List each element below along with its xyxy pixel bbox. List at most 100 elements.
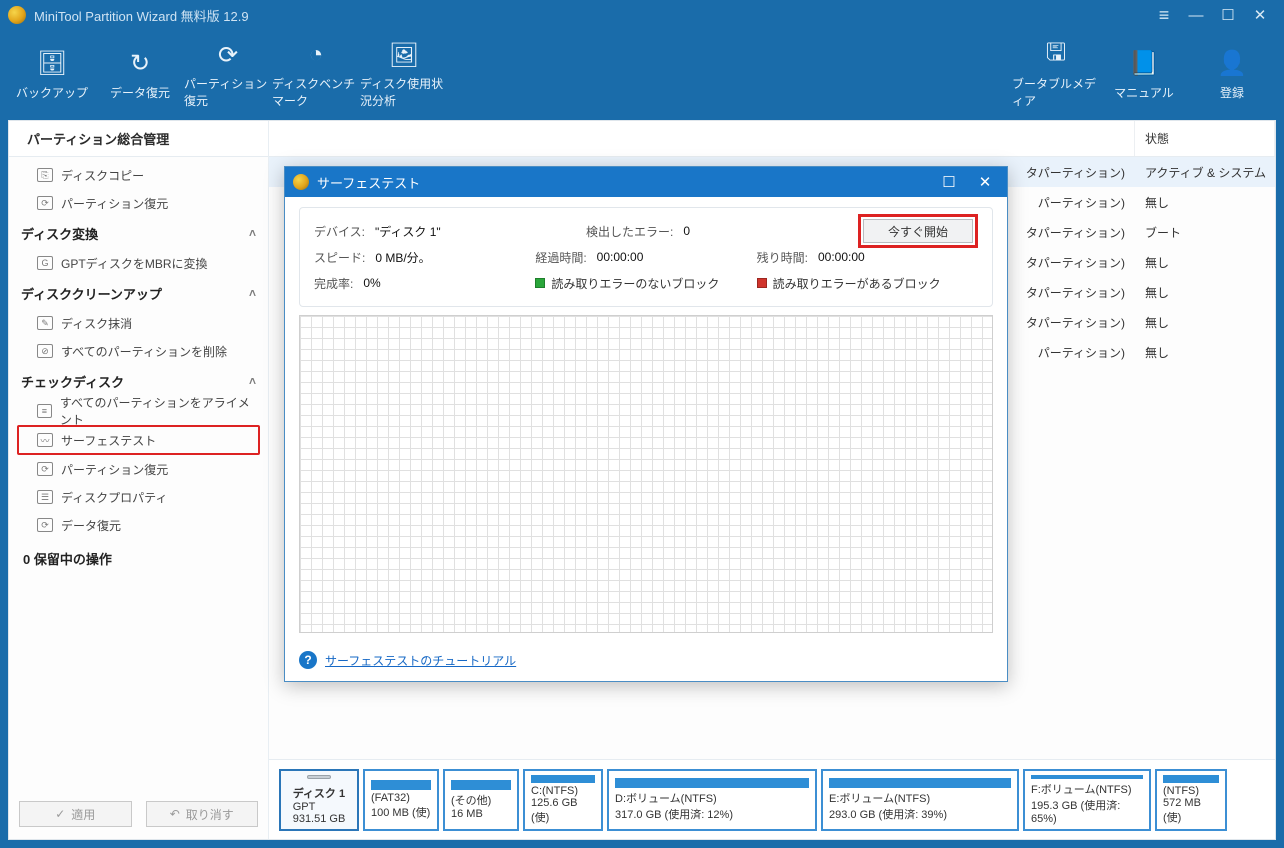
disk-usage-icon: 🖼 xyxy=(388,41,420,69)
partition-info: 16 MB xyxy=(451,808,511,820)
main-toolbar: 🗄 バックアップ ↻ データ復元 ⟳ パーティション復元 ◔ ディスクベンチマー… xyxy=(0,30,1284,120)
col-spacer xyxy=(269,121,1135,156)
disk-partition[interactable]: E:ボリューム(NTFS)293.0 GB (使用済: 39%) xyxy=(821,769,1019,831)
partition-recovery-label: パーティション復元 xyxy=(184,75,272,109)
device-label: デバイス: xyxy=(314,223,365,240)
disk-icon xyxy=(307,775,331,779)
op-disk-properties[interactable]: ☰ ディスクプロパティ xyxy=(9,483,268,511)
data-recovery-button[interactable]: ↻ データ復元 xyxy=(96,35,184,115)
op-gpt-to-mbr[interactable]: GGPTディスクをMBRに変換 xyxy=(9,249,268,277)
cell-status: ブート xyxy=(1135,224,1275,241)
remain-label: 残り時間: xyxy=(757,249,808,266)
apply-label: 適用 xyxy=(71,806,95,823)
op-delete-all-partitions[interactable]: ⊘すべてのパーティションを削除 xyxy=(9,337,268,365)
chevron-up-icon: ˄ xyxy=(249,374,256,388)
partition-recovery-icon: ⟳ xyxy=(37,462,53,476)
remain-value: 00:00:00 xyxy=(818,250,865,264)
op-partition-recovery[interactable]: ⟳パーティション復元 xyxy=(9,189,268,217)
op-label: ディスクプロパティ xyxy=(61,489,167,506)
manual-button[interactable]: 📘 マニュアル xyxy=(1100,35,1188,115)
disk-benchmark-button[interactable]: ◔ ディスクベンチマーク xyxy=(272,35,360,115)
op-disk-copy[interactable]: ⎘ ディスクコピー xyxy=(9,161,268,189)
disk-partition[interactable]: C:(NTFS)125.6 GB (使) xyxy=(523,769,603,831)
partition-name: (NTFS) xyxy=(1163,785,1219,797)
dialog-close-button[interactable]: ✕ xyxy=(971,171,999,193)
partition-table-header: 状態 xyxy=(269,121,1275,157)
group-check-disk[interactable]: チェックディスク˄ xyxy=(9,365,268,397)
op-align-partitions[interactable]: ≡すべてのパーティションをアライメント xyxy=(9,397,268,425)
register-label: 登録 xyxy=(1220,84,1244,101)
register-button[interactable]: 👤 登録 xyxy=(1188,35,1276,115)
tab-partition-management[interactable]: パーティション総合管理 xyxy=(9,121,268,157)
disk-type: GPT xyxy=(293,801,346,813)
disk-partition[interactable]: (その他)16 MB xyxy=(443,769,519,831)
start-now-button[interactable]: 今すぐ開始 xyxy=(863,219,973,243)
errors-label: 検出したエラー: xyxy=(586,223,673,240)
op-label: サーフェステスト xyxy=(61,432,156,449)
delete-icon: ⊘ xyxy=(37,344,53,358)
op-label: GPTディスクをMBRに変換 xyxy=(61,255,208,272)
disk-map: ディスク 1 GPT 931.51 GB (FAT32)100 MB (使)(そ… xyxy=(269,759,1275,839)
op-wipe-disk[interactable]: ✎ディスク抹消 xyxy=(9,309,268,337)
legend-bad-label: 読み取りエラーがあるブロック xyxy=(773,275,941,292)
cell-status: 無し xyxy=(1135,314,1275,331)
disk-identity[interactable]: ディスク 1 GPT 931.51 GB xyxy=(279,769,359,831)
block-grid xyxy=(299,315,993,633)
group-title: ディスク変換 xyxy=(21,224,98,243)
apply-button[interactable]: ✓適用 xyxy=(19,801,132,827)
partition-recovery-button[interactable]: ⟳ パーティション復元 xyxy=(184,35,272,115)
dialog-footer: ? サーフェステストのチュートリアル xyxy=(285,643,1007,681)
bootable-media-icon: 🖫 xyxy=(1040,41,1072,69)
disk-copy-icon: ⎘ xyxy=(37,168,53,182)
dialog-maximize-button[interactable]: ☐ xyxy=(935,171,963,193)
partition-recovery-icon: ⟳ xyxy=(212,41,244,69)
manual-label: マニュアル xyxy=(1114,84,1174,101)
op-label: ディスクコピー xyxy=(61,167,144,184)
manual-icon: 📘 xyxy=(1128,50,1160,78)
data-recovery-icon: ↻ xyxy=(124,50,156,78)
disk-usage-button[interactable]: 🖼 ディスク使用状況分析 xyxy=(360,35,448,115)
surface-test-dialog: サーフェステスト ☐ ✕ デバイス:"ディスク 1" 検出したエラー:0 今すぐ… xyxy=(284,166,1008,682)
op-label: ディスク抹消 xyxy=(61,315,132,332)
op-data-recovery[interactable]: ⟳データ復元 xyxy=(9,511,268,539)
partition-info: 100 MB (使) xyxy=(371,804,431,820)
align-icon: ≡ xyxy=(37,404,52,418)
cell-status: 無し xyxy=(1135,254,1275,271)
op-partition-recovery-2[interactable]: ⟳パーティション復元 xyxy=(9,455,268,483)
disk-partition[interactable]: (FAT32)100 MB (使) xyxy=(363,769,439,831)
properties-icon: ☰ xyxy=(37,490,53,504)
disk-partition[interactable]: D:ボリューム(NTFS)317.0 GB (使用済: 12%) xyxy=(607,769,817,831)
minimize-button[interactable]: — xyxy=(1180,4,1212,26)
errors-value: 0 xyxy=(683,224,690,238)
undo-button[interactable]: ↶取り消す xyxy=(146,801,259,827)
disk-name: ディスク 1 xyxy=(293,785,346,801)
group-disk-convert[interactable]: ディスク変換˄ xyxy=(9,217,268,249)
hamburger-menu-icon[interactable]: ≡ xyxy=(1148,4,1180,26)
disk-usage-label: ディスク使用状況分析 xyxy=(360,75,448,109)
close-button[interactable]: ✕ xyxy=(1244,4,1276,26)
group-disk-cleanup[interactable]: ディスククリーンアップ˄ xyxy=(9,277,268,309)
disk-partition[interactable]: F:ボリューム(NTFS)195.3 GB (使用済: 65%) xyxy=(1023,769,1151,831)
backup-button[interactable]: 🗄 バックアップ xyxy=(8,35,96,115)
chevron-up-icon: ˄ xyxy=(249,286,256,300)
speed-value: 0 MB/分。 xyxy=(375,249,430,266)
partition-name: (FAT32) xyxy=(371,792,431,804)
usage-bar xyxy=(451,780,511,790)
maximize-button[interactable]: ☐ xyxy=(1212,4,1244,26)
cell-status: 無し xyxy=(1135,194,1275,211)
op-surface-test[interactable]: 〰サーフェステスト xyxy=(17,425,260,455)
op-label: パーティション復元 xyxy=(61,195,168,212)
col-status[interactable]: 状態 xyxy=(1135,121,1275,156)
help-icon[interactable]: ? xyxy=(299,651,317,669)
backup-icon: 🗄 xyxy=(36,50,68,78)
tutorial-link[interactable]: サーフェステストのチュートリアル xyxy=(325,652,516,669)
partition-info: 195.3 GB (使用済: 65%) xyxy=(1031,797,1143,825)
backup-label: バックアップ xyxy=(16,84,88,101)
dialog-title: サーフェステスト xyxy=(317,173,420,192)
usage-bar xyxy=(1031,775,1143,779)
partition-name: F:ボリューム(NTFS) xyxy=(1031,781,1143,797)
partition-info: 125.6 GB (使) xyxy=(531,797,595,825)
disk-partition[interactable]: (NTFS)572 MB (使) xyxy=(1155,769,1227,831)
legend-bad-icon xyxy=(757,278,767,288)
bootable-media-button[interactable]: 🖫 ブータブルメディア xyxy=(1012,35,1100,115)
